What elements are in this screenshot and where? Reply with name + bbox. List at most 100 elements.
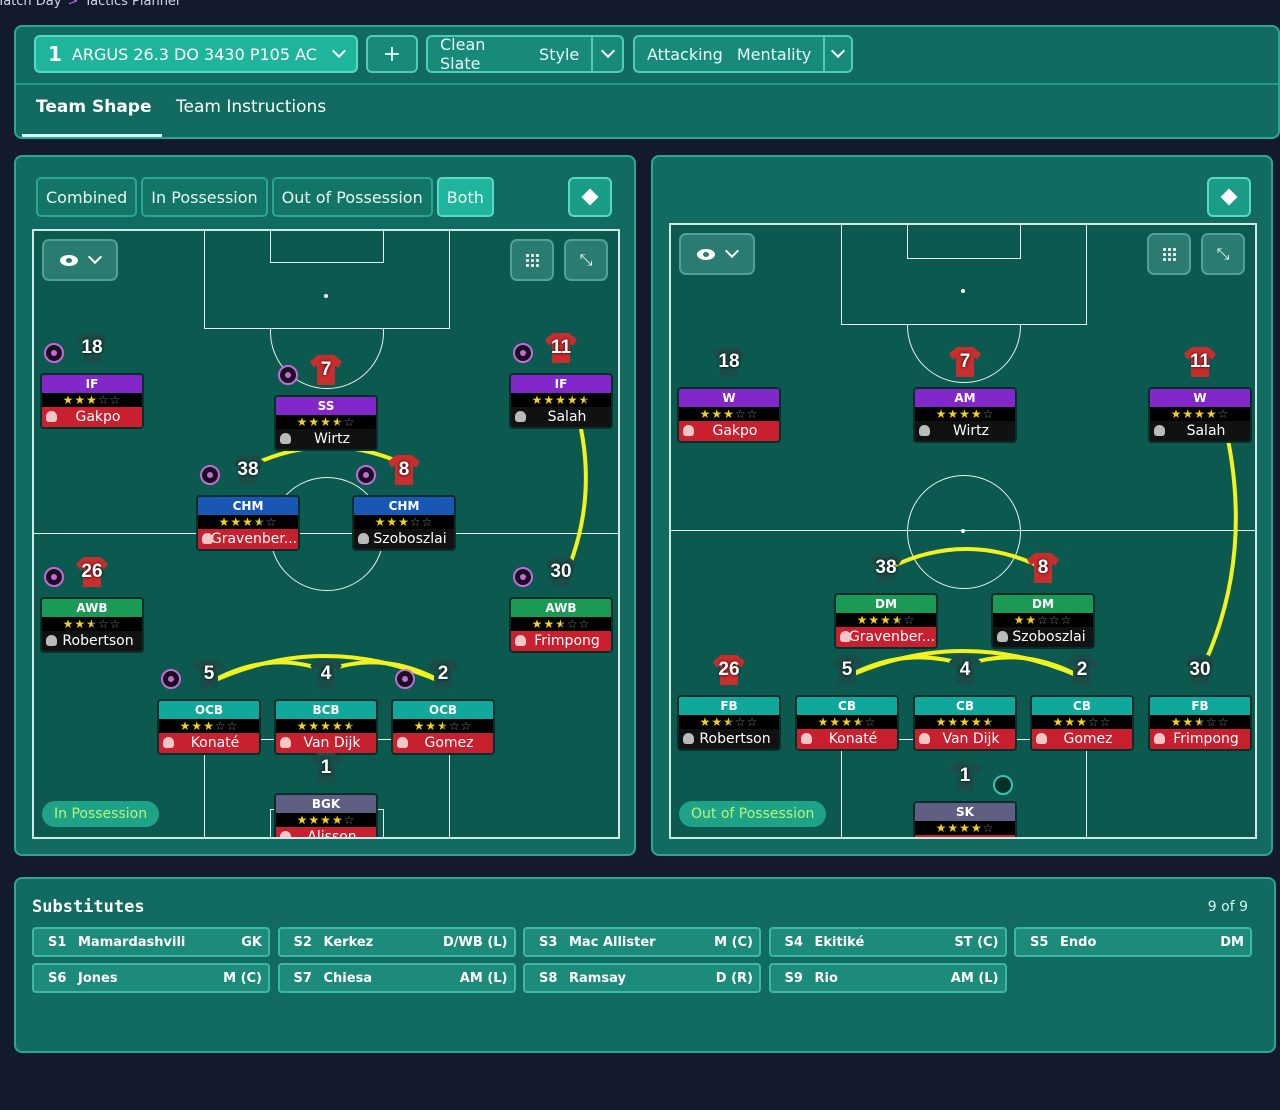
tab-team-shape[interactable]: Team Shape <box>36 97 152 117</box>
player-card-gomez[interactable]: 2 CB ★★★☆☆ Gomez <box>1030 655 1134 751</box>
substitute-s1[interactable]: S1 Mamardashvili GK <box>32 927 270 957</box>
player-role: DM <box>836 595 936 613</box>
player-name-row: Alisson <box>276 827 376 839</box>
substitute-s2[interactable]: S2 Kerkez D/WB (L) <box>277 927 516 957</box>
mentality-chevron[interactable] <box>825 43 851 59</box>
player-name-row: Gakpo <box>679 421 779 441</box>
player-number: 26 <box>718 659 740 680</box>
role-rating-stars: ★★★☆☆ <box>354 515 454 529</box>
player-card-van-dijk[interactable]: 4 CB ★★★★★ Van Dijk <box>913 655 1017 751</box>
player-card-body: AWB ★★★☆☆ Robertson <box>40 597 144 653</box>
player-number: 8 <box>1037 557 1049 578</box>
player-number: 38 <box>875 557 897 578</box>
player-role: SS <box>276 397 376 415</box>
left-formation-panel: Combined In Possession Out of Possession… <box>14 155 636 856</box>
tab-combined[interactable]: Combined <box>36 177 138 217</box>
player-role: IF <box>511 375 611 393</box>
chevron-down-icon <box>600 43 615 59</box>
tab-in-possession[interactable]: In Possession <box>141 177 268 217</box>
player-name-row: Wirtz <box>915 421 1015 441</box>
player-card-body: IF ★★★★★ Salah <box>509 373 613 429</box>
tab-both[interactable]: Both <box>436 177 494 217</box>
player-role: CB <box>797 697 897 715</box>
player-card-alisson[interactable]: 1 SK★★★★☆ Alisson <box>913 761 1017 837</box>
sub-name: Ramsay <box>569 970 626 986</box>
player-name: Gakpo <box>712 423 758 439</box>
player-card-header: 1 <box>913 761 1017 801</box>
player-card-robertson[interactable]: 26 AWB ★★★☆☆ Robertson <box>40 557 144 653</box>
tactic-selector[interactable]: 1 ARGUS 26.3 DO 3430 P105 AC <box>34 35 358 73</box>
visibility-dropdown[interactable] <box>679 233 755 275</box>
player-card-gakpo[interactable]: 18 IF ★★★☆☆ Gakpo <box>40 333 144 429</box>
player-name-row: Gomez <box>1032 729 1132 749</box>
player-number: 2 <box>1076 659 1088 680</box>
player-role: CB <box>1032 697 1132 715</box>
chevron-down-icon <box>87 249 103 265</box>
player-card-body: OCB ★★★☆☆ Gomez <box>391 699 495 755</box>
chevron-down-icon <box>331 43 347 59</box>
player-card-body: FB ★★★☆☆ Robertson <box>677 695 781 751</box>
substitute-s6[interactable]: S6 Jones M (C) <box>32 963 270 993</box>
substitute-s8[interactable]: S8 Ramsay D (R) <box>523 963 761 993</box>
add-tactic-button[interactable]: + <box>366 35 418 73</box>
player-card-salah[interactable]: 11 IF ★★★★★ Salah <box>509 333 613 429</box>
player-card-konat[interactable]: 5 OCB ★★★☆☆ Konaté <box>157 659 261 755</box>
player-card-salah[interactable]: 11 W ★★★★☆ Salah <box>1148 347 1252 443</box>
player-card-wirtz[interactable]: 7 SS ★★★★☆ Wirtz <box>274 355 378 451</box>
expand-button[interactable]: ⤡ <box>1201 233 1245 275</box>
style-chevron[interactable] <box>593 43 622 59</box>
player-name: Frimpong <box>534 633 600 649</box>
player-name: Gravenber... <box>848 629 936 645</box>
grid-view-button[interactable] <box>510 239 554 281</box>
main-tabs: Team Shape Team Instructions <box>16 83 1278 139</box>
eye-icon <box>60 254 78 266</box>
tab-team-instructions[interactable]: Team Instructions <box>176 97 326 117</box>
player-card-frimpong[interactable]: 30 AWB ★★★☆☆ Frimpong <box>509 557 613 653</box>
formation-toggle-button[interactable] <box>568 177 612 217</box>
player-name-row: Gomez <box>393 733 493 753</box>
player-card-body: CHM ★★★☆☆ Szoboszlai <box>352 495 456 551</box>
player-card-van-dijk[interactable]: 4 BCB ★★★★★ Van Dijk <box>274 659 378 755</box>
tab-out-of-possession[interactable]: Out of Possession <box>271 177 433 217</box>
visibility-dropdown[interactable] <box>42 239 118 281</box>
substitute-s4[interactable]: S4 Ekitiké ST (C) <box>768 927 1007 957</box>
player-card-header: 4 <box>274 659 378 699</box>
substitute-s7[interactable]: S7 Chiesa AM (L) <box>277 963 516 993</box>
substitute-s3[interactable]: S3 Mac Allister M (C) <box>523 927 761 957</box>
player-card-body: AWB ★★★☆☆ Frimpong <box>509 597 613 653</box>
breadcrumb-parent[interactable]: Match Day <box>0 0 61 9</box>
grid-view-button[interactable] <box>1147 233 1191 275</box>
substitute-s9[interactable]: S9 Rio AM (L) <box>768 963 1007 993</box>
role-rating-stars: ★★★★☆ <box>836 613 936 627</box>
player-card-gakpo[interactable]: 18 W ★★★☆☆ Gakpo <box>677 347 781 443</box>
role-rating-stars: ★★★★☆ <box>797 715 897 729</box>
mode-label: Out of Possession <box>679 801 827 827</box>
mentality-dropdown[interactable]: Attacking Mentality <box>633 35 853 73</box>
player-card-konat[interactable]: 5 CB ★★★★☆ Konaté <box>795 655 899 751</box>
player-card-frimpong[interactable]: 30 FB ★★★☆☆ Frimpong <box>1148 655 1252 751</box>
player-card-alisson[interactable]: 1 BGK ★★★★☆ Alisson <box>274 753 378 839</box>
player-card-header: 2 <box>391 659 495 699</box>
formation-toggle-button[interactable] <box>1207 177 1251 217</box>
player-card-body: W ★★★☆☆ Gakpo <box>677 387 781 443</box>
player-card-wirtz[interactable]: 7 AM ★★★★☆ Wirtz <box>913 347 1017 443</box>
player-name: Alisson <box>307 829 357 839</box>
expand-icon: ⤡ <box>579 250 593 269</box>
style-value: Clean Slate <box>440 35 486 73</box>
role-rating-stars: ★★★★★ <box>276 719 376 733</box>
player-card-gravenber[interactable]: 38 DM ★★★★☆ Gravenber... <box>834 553 938 649</box>
style-dropdown[interactable]: Clean Slate Style <box>426 35 624 73</box>
expand-button[interactable]: ⤡ <box>564 239 608 281</box>
player-card-gravenber[interactable]: 38 CHM ★★★★☆ Gravenber... <box>196 455 300 551</box>
player-card-gomez[interactable]: 2 OCB ★★★☆☆ Gomez <box>391 659 495 755</box>
player-name-row: Szoboszlai <box>354 529 454 549</box>
player-card-szoboszlai[interactable]: 8 CHM ★★★☆☆ Szoboszlai <box>352 455 456 551</box>
player-card-szoboszlai[interactable]: 8 DM ★★☆☆☆ Szoboszlai <box>991 553 1095 649</box>
player-card-header: 38 <box>196 455 300 495</box>
player-name-row: Salah <box>511 407 611 427</box>
role-rating-stars: ★★★★☆ <box>915 407 1015 421</box>
player-card-body: W ★★★★☆ Salah <box>1148 387 1252 443</box>
player-card-robertson[interactable]: 26 FB ★★★☆☆ Robertson <box>677 655 781 751</box>
substitute-s5[interactable]: S5 Endo DM <box>1014 927 1252 957</box>
tactic-number: 1 <box>48 42 62 66</box>
